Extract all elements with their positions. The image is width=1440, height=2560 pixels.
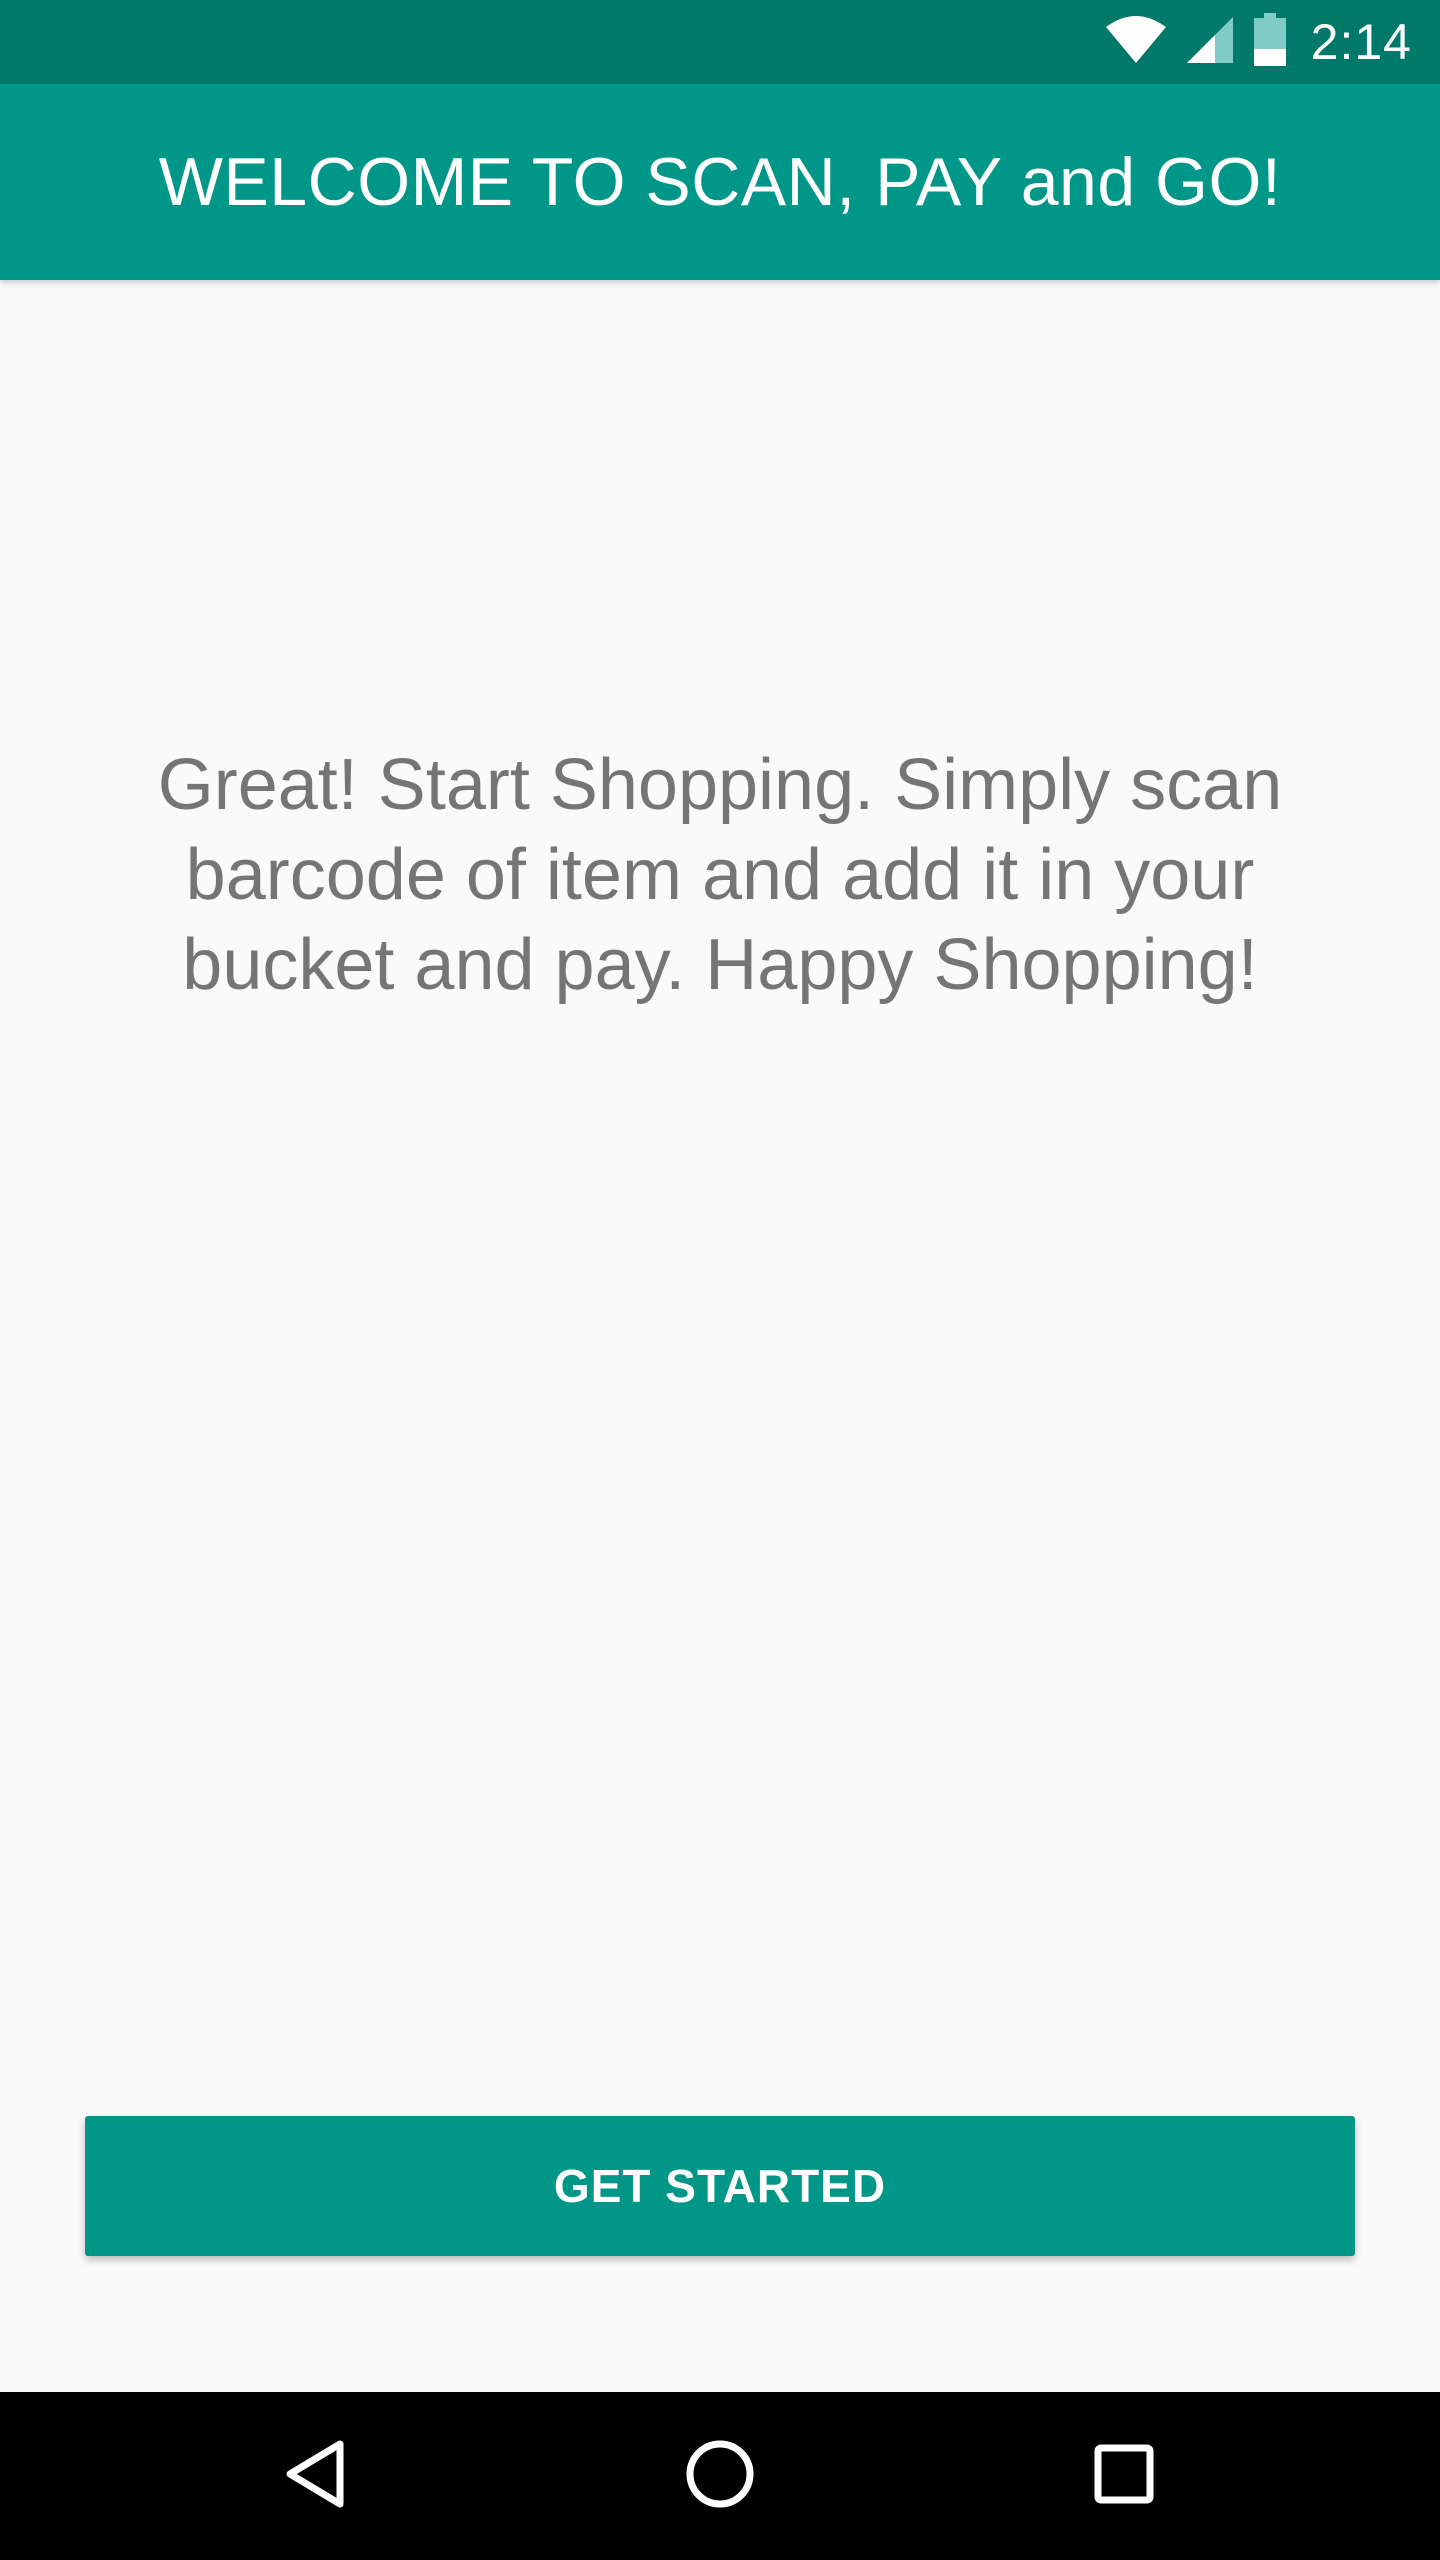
status-bar: 2:14 [0, 0, 1440, 84]
recents-icon [1093, 2443, 1155, 2510]
app-bar: WELCOME TO SCAN, PAY and GO! [0, 84, 1440, 280]
back-button[interactable] [232, 2392, 400, 2560]
cell-signal-icon [1185, 15, 1235, 70]
get-started-button[interactable]: GET STARTED [85, 2116, 1355, 2256]
home-button[interactable] [636, 2392, 804, 2560]
home-icon [685, 2439, 755, 2514]
app-title: WELCOME TO SCAN, PAY and GO! [158, 144, 1282, 220]
back-icon [284, 2439, 348, 2514]
status-time: 2:14 [1310, 14, 1412, 70]
wifi-icon [1105, 15, 1167, 70]
status-icons: 2:14 [1105, 0, 1412, 84]
welcome-message: Great! Start Shopping. Simply scan barco… [157, 745, 1283, 1005]
battery-icon [1253, 12, 1287, 72]
screen: 2:14 WELCOME TO SCAN, PAY and GO! Great!… [0, 0, 1440, 2560]
recents-button[interactable] [1040, 2392, 1208, 2560]
navigation-bar [0, 2392, 1440, 2560]
